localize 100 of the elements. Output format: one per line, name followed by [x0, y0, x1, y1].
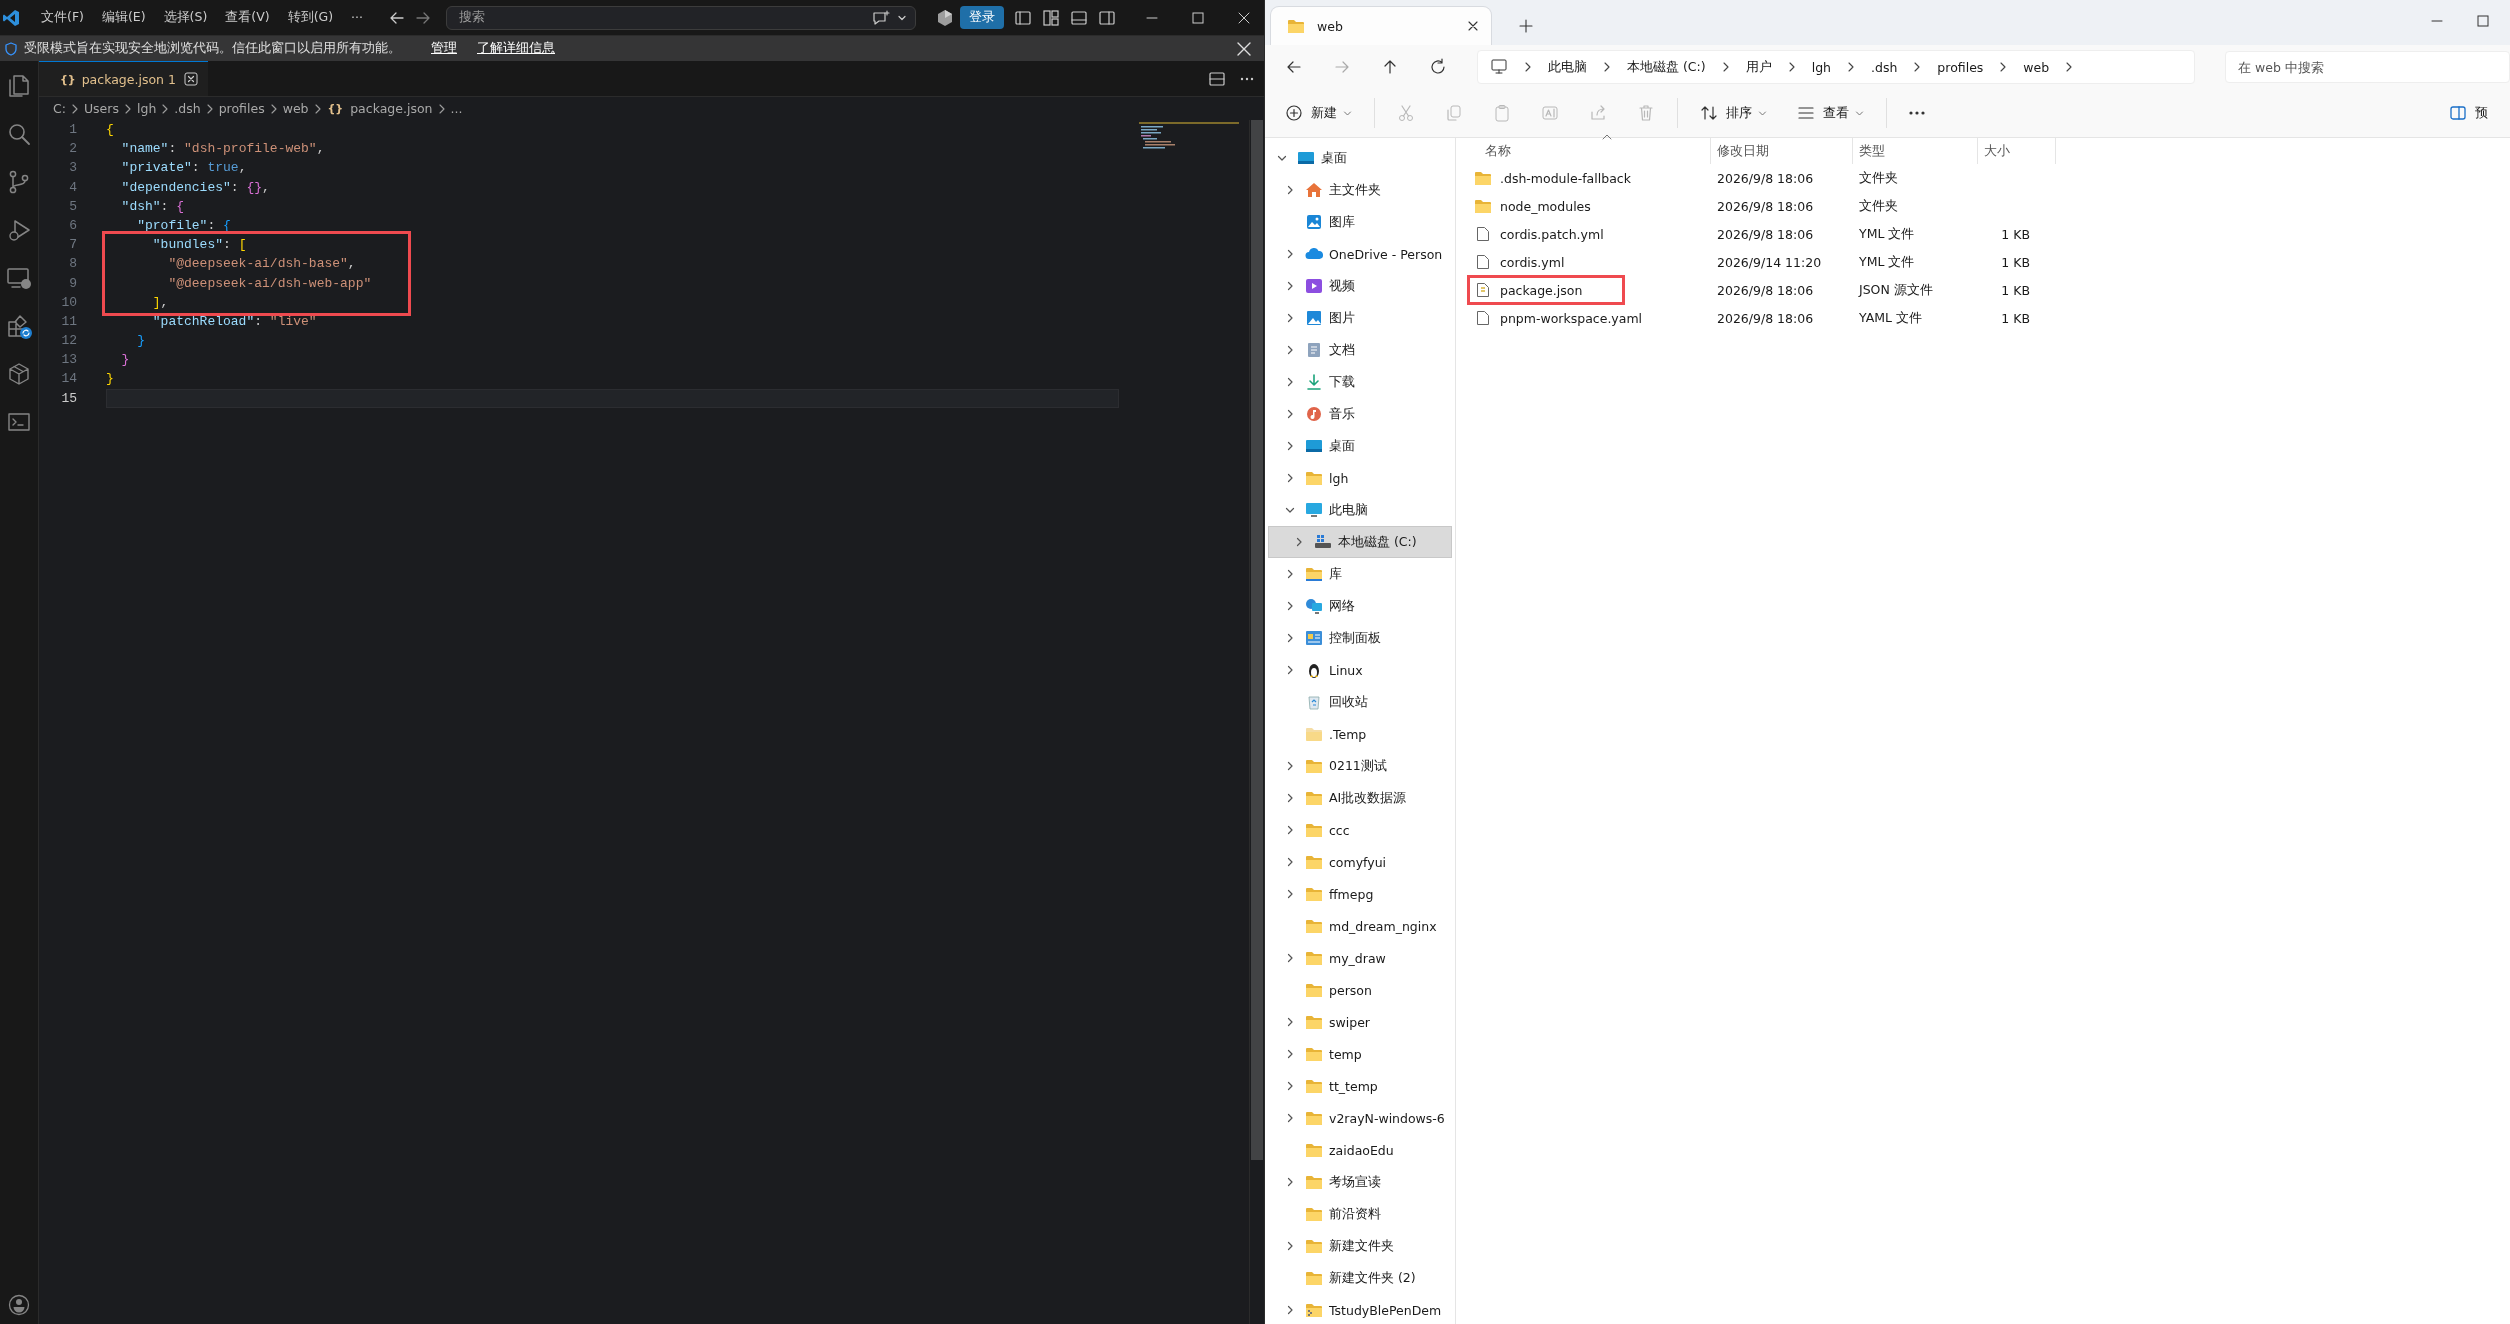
nav-item[interactable]: 音乐: [1268, 398, 1452, 430]
file-name-cell[interactable]: package.json: [1470, 278, 1623, 302]
file-name-cell[interactable]: pnpm-workspace.yaml: [1470, 306, 1683, 330]
nav-item[interactable]: 本地磁盘 (C:): [1268, 526, 1452, 558]
refresh-icon[interactable]: [1429, 58, 1447, 76]
breadcrumb-item[interactable]: Users: [81, 101, 121, 116]
nav-item[interactable]: 桌面: [1268, 430, 1452, 462]
network-icon: [1305, 598, 1323, 614]
nav-item[interactable]: .Temp: [1268, 718, 1452, 750]
secondary-sidebar-icon[interactable]: [1098, 8, 1116, 27]
nav-item[interactable]: OneDrive - Person: [1268, 238, 1452, 270]
address-crumb[interactable]: 本地磁盘 (C:): [1627, 58, 1706, 76]
nav-item[interactable]: 此电脑: [1268, 494, 1452, 526]
address-crumb[interactable]: 用户: [1745, 58, 1772, 76]
nav-item[interactable]: md_dream_nginx: [1268, 910, 1452, 942]
address-crumb[interactable]: lgh: [1811, 59, 1831, 75]
nav-item[interactable]: TstudyBlePenDem: [1268, 1294, 1452, 1324]
nav-item[interactable]: 考场宣读: [1268, 1166, 1452, 1198]
nav-item[interactable]: 桌面: [1268, 142, 1452, 174]
sort-button[interactable]: 排序: [1692, 98, 1775, 128]
nav-item[interactable]: 文档: [1268, 334, 1452, 366]
file-name-cell[interactable]: node_modules: [1470, 194, 1631, 218]
new-button[interactable]: 新建: [1277, 98, 1360, 128]
breadcrumb-item[interactable]: ...: [448, 101, 465, 116]
nav-item[interactable]: 库: [1268, 558, 1452, 590]
nav-item[interactable]: ffmepg: [1268, 878, 1452, 910]
nav-item[interactable]: temp: [1268, 1038, 1452, 1070]
account-icon[interactable]: [8, 1294, 30, 1316]
nav-item[interactable]: AI批改数据源: [1268, 782, 1452, 814]
line-number: 2: [68, 140, 77, 159]
folder-icon: [1305, 822, 1323, 838]
nav-item[interactable]: 回收站: [1268, 686, 1452, 718]
command-center[interactable]: 搜索: [446, 5, 916, 30]
grid-layout-icon[interactable]: [1042, 8, 1060, 27]
nav-item[interactable]: lgh: [1268, 462, 1452, 494]
view-button[interactable]: 查看: [1789, 98, 1872, 128]
nav-item[interactable]: zaidaoEdu: [1268, 1134, 1452, 1166]
panel-layout-icon[interactable]: [1070, 8, 1088, 27]
sign-in-button[interactable]: 登录: [960, 6, 1004, 29]
nav-item[interactable]: tt_temp: [1268, 1070, 1452, 1102]
nav-item[interactable]: v2rayN-windows-6: [1268, 1102, 1452, 1134]
address-bar[interactable]: 此电脑 本地磁盘 (C:) 用户 lgh .dsh profiles web: [1477, 50, 2195, 84]
menu-item[interactable]: 选择(S): [154, 9, 217, 26]
nav-item[interactable]: 新建文件夹: [1268, 1230, 1452, 1262]
explorer-tab[interactable]: web: [1271, 7, 1491, 45]
file-name-cell[interactable]: cordis.patch.yml: [1470, 222, 1644, 246]
column-header[interactable]: 大小: [1984, 142, 2010, 160]
home-icon: [1305, 182, 1323, 198]
notice-link[interactable]: 管理: [431, 40, 457, 57]
nav-item[interactable]: my_draw: [1268, 942, 1452, 974]
more-menu[interactable]: ···: [342, 10, 372, 25]
nav-item[interactable]: 下载: [1268, 366, 1452, 398]
breadcrumb-item[interactable]: C:: [51, 101, 68, 116]
json-file-icon: [1476, 282, 1490, 298]
line-number: 5: [68, 197, 77, 216]
nav-item[interactable]: 主文件夹: [1268, 174, 1452, 206]
menu-item[interactable]: 编辑(E): [92, 9, 155, 26]
maximize-icon[interactable]: [2476, 14, 2490, 28]
split-editor-icon[interactable]: [1208, 69, 1226, 88]
nav-item[interactable]: ccc: [1268, 814, 1452, 846]
column-header[interactable]: 类型: [1859, 142, 1885, 160]
editor-tab[interactable]: {} package.json 1: [39, 61, 208, 96]
column-header[interactable]: 修改日期: [1717, 142, 1769, 160]
folder-icon: [1305, 758, 1323, 774]
nav-item[interactable]: person: [1268, 974, 1452, 1006]
notice-link[interactable]: 了解详细信息: [477, 40, 555, 57]
search-field[interactable]: 在 web 中搜索: [2225, 51, 2510, 83]
address-crumb[interactable]: .dsh: [1871, 59, 1898, 75]
breadcrumb-item[interactable]: profiles: [216, 101, 267, 116]
address-crumb[interactable]: profiles: [1937, 59, 1984, 75]
nav-item[interactable]: 图片: [1268, 302, 1452, 334]
address-crumb[interactable]: web: [2023, 59, 2050, 75]
nav-item[interactable]: 前沿资料: [1268, 1198, 1452, 1230]
file-name-cell[interactable]: .dsh-module-fallback: [1470, 166, 1671, 190]
details-button[interactable]: 预: [2441, 98, 2496, 128]
nav-item[interactable]: 视频: [1268, 270, 1452, 302]
nav-item[interactable]: comyfyui: [1268, 846, 1452, 878]
breadcrumb-item[interactable]: web: [280, 101, 311, 116]
nav-item[interactable]: swiper: [1268, 1006, 1452, 1038]
nav-item[interactable]: Linux: [1268, 654, 1452, 686]
nav-item[interactable]: 控制面板: [1268, 622, 1452, 654]
close-icon[interactable]: [1467, 20, 1479, 32]
nav-item[interactable]: 0211测试: [1268, 750, 1452, 782]
menu-item[interactable]: 转到(G): [278, 9, 343, 26]
new-tab-icon[interactable]: [1519, 19, 1533, 33]
breadcrumb-item[interactable]: lgh: [134, 101, 159, 116]
menu-item[interactable]: 查看(V): [216, 9, 279, 26]
nav-item[interactable]: 图库: [1268, 206, 1452, 238]
cube-icon: [936, 8, 954, 27]
maximize-icon[interactable]: [1190, 9, 1206, 26]
column-header[interactable]: 名称: [1485, 142, 1511, 160]
file-name-cell[interactable]: cordis.yml: [1470, 250, 1605, 274]
scrollbar-thumb[interactable]: [1251, 120, 1263, 1160]
address-crumb[interactable]: 此电脑: [1548, 58, 1587, 76]
nav-item[interactable]: 新建文件夹 (2): [1268, 1262, 1452, 1294]
breadcrumb-item[interactable]: package.json: [348, 101, 435, 116]
breadcrumb-item[interactable]: .dsh: [172, 101, 203, 116]
nav-item[interactable]: 网络: [1268, 590, 1452, 622]
sidebar-layout-icon[interactable]: [1014, 8, 1032, 27]
menu-item[interactable]: 文件(F): [32, 9, 93, 26]
